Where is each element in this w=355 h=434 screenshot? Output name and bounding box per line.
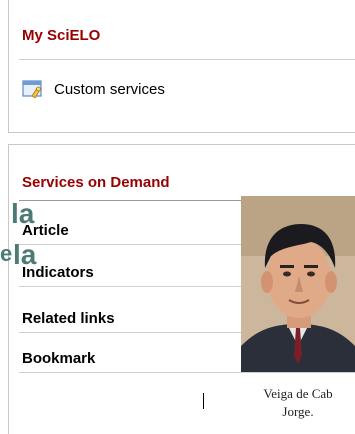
overlay-edge-char: e [0,241,13,266]
overlay-text-la: la [13,239,37,270]
overlay-text-la: la [11,198,35,229]
custom-services-link[interactable]: Custom services [22,78,165,100]
related-links-link[interactable]: Related links [22,310,115,327]
photo-caption-line1: Veiga de Cab [263,386,333,401]
title-divider [19,59,355,60]
services-title: Services on Demand [22,174,170,191]
custom-services-label: Custom services [54,80,165,98]
photo-caption-line2: Jorge. [282,404,314,419]
author-photo [241,196,355,372]
bookmark-link[interactable]: Bookmark [22,350,95,367]
custom-services-icon [22,79,44,99]
text-cursor [203,393,204,409]
my-scielo-title: My SciELO [22,27,101,44]
item-divider [19,372,355,373]
my-scielo-panel: My SciELO Custom services [8,0,355,133]
